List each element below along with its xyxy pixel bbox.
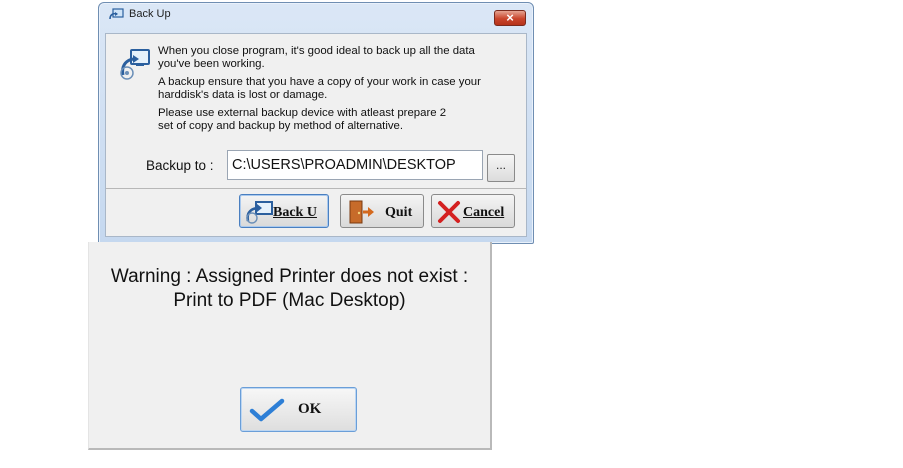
ok-button[interactable]: OK [240,387,357,432]
backup-dialog-body: When you close program, it's good ideal … [105,33,527,237]
backup-app-icon [108,8,124,22]
printer-warning-dialog: Warning : Assigned Printer does not exis… [88,242,492,450]
message-line: Please use external backup device with a… [158,107,447,120]
checkmark-icon [249,398,285,427]
backup-icon [244,200,274,229]
backup-message: When you close program, it's good ideal … [158,45,481,133]
quit-button[interactable]: Quit [340,194,424,228]
message-line: A backup ensure that you have a copy of … [158,76,481,89]
cancel-button[interactable]: Cancel [431,194,515,228]
red-x-icon [436,200,462,229]
separator [106,188,526,189]
message-line: harddisk's data is lost or damage. [158,88,328,101]
backup-icon [118,47,152,81]
door-exit-icon [347,200,375,229]
ok-button-label: OK [298,401,322,417]
title-bar[interactable]: Back Up × [99,3,533,27]
warning-line: Warning : Assigned Printer does not exis… [110,266,469,287]
dialog-title: Back Up [129,8,171,20]
backup-path-input[interactable] [227,150,483,180]
cancel-button-label: Cancel [463,205,505,220]
close-button[interactable]: × [494,10,526,26]
warning-line: Print to PDF (Mac Desktop) [173,290,406,311]
warning-message: Warning : Assigned Printer does not exis… [89,265,490,313]
message-line: When you close program, it's good ideal … [158,45,475,57]
backup-button-label: Back U [273,205,317,220]
quit-button-label: Quit [385,205,413,220]
message-line: set of copy and backup by method of alte… [158,119,404,132]
browse-button[interactable]: ... [487,154,515,182]
backup-to-label: Backup to : [146,158,214,173]
backup-dialog: Back Up × When you close program, it's g… [98,2,534,244]
message-line: you've been working. [158,57,265,70]
backup-button[interactable]: Back U [239,194,329,228]
